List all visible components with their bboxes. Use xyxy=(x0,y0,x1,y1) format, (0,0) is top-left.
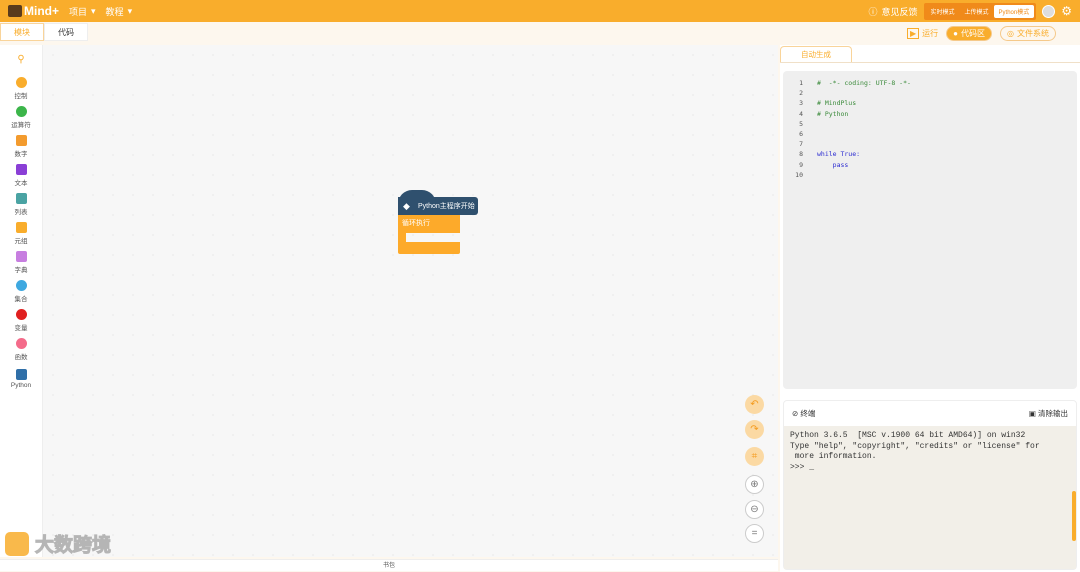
terminal-output[interactable]: Python 3.6.5 [MSC v.1900 64 bit AMD64)] … xyxy=(784,426,1076,569)
category-10[interactable]: Python xyxy=(0,364,42,393)
category-label: 变量 xyxy=(14,325,28,332)
category-label: 文本 xyxy=(14,180,28,187)
target-icon: ◎ xyxy=(1007,29,1014,38)
menu-tutorial[interactable]: 教程 ▾ xyxy=(106,5,133,18)
category-label: 运算符 xyxy=(11,122,31,129)
play-icon: ▶ xyxy=(907,28,920,39)
mode-python[interactable]: Python模式 xyxy=(993,4,1035,18)
code-line: 7 xyxy=(799,140,803,149)
code-line: 5 xyxy=(799,119,803,128)
category-8[interactable]: 变量 xyxy=(0,306,42,335)
category-icon xyxy=(15,106,27,117)
category-label: 函数 xyxy=(14,354,28,361)
file-system-button[interactable]: ◎ 文件系统 xyxy=(1000,26,1056,41)
tab-auto-generate[interactable]: 自动生成 xyxy=(780,46,852,62)
code-line: 1 # -*- coding: UTF-8 -*- xyxy=(799,79,911,88)
tab-blocks[interactable]: 模块 xyxy=(0,23,44,41)
zoom-in-icon[interactable]: ⊕ xyxy=(745,475,764,494)
category-label: 列表 xyxy=(14,209,28,216)
redo-icon[interactable]: ↷ xyxy=(745,420,764,439)
category-7[interactable]: 集合 xyxy=(0,277,42,306)
python-logo-icon: ◆ xyxy=(403,200,410,211)
code-line: 4 # Python xyxy=(799,109,849,118)
mode-switch: 实时模式 上传模式 Python模式 xyxy=(923,2,1037,20)
menu-project[interactable]: 项目 ▾ xyxy=(69,5,96,18)
category-icon xyxy=(15,280,27,291)
tab-code[interactable]: 代码 xyxy=(44,23,88,41)
code-line: 2 xyxy=(799,89,803,98)
category-icon xyxy=(15,193,27,204)
category-icon xyxy=(15,164,27,175)
code-panel: 自动生成 1 # -*- coding: UTF-8 -*- 2 3 # MindPlu… xyxy=(780,45,1080,572)
undo-icon[interactable]: ↶ xyxy=(745,395,764,414)
check-icon: ● xyxy=(953,29,959,38)
mode-upload[interactable]: 上传模式 xyxy=(960,5,994,18)
category-label: 数字 xyxy=(14,151,28,158)
avatar[interactable] xyxy=(1042,4,1056,18)
category-3[interactable]: 文本 xyxy=(0,161,42,190)
code-line: 10 xyxy=(795,170,803,179)
category-label: 集合 xyxy=(14,296,28,303)
feedback-button[interactable]: ⓘ 意见反馈 xyxy=(868,5,917,18)
category-icon xyxy=(15,368,27,380)
category-icon xyxy=(15,135,27,146)
category-5[interactable]: 元组 xyxy=(0,219,42,248)
terminal[interactable]: ⊘ 终端 ▣ 清除输出 Python 3.6.5 [MSC v.1900 64 … xyxy=(783,400,1077,570)
category-icon xyxy=(15,309,27,320)
category-1[interactable]: 运算符 xyxy=(0,103,42,132)
category-icon xyxy=(15,222,27,233)
block-workspace[interactable]: ◆ Python主程序开始 循环执行 ↶ ↷ ⌗ ⊕ ⊖ = xyxy=(43,45,778,557)
python-main-start-block[interactable]: ◆ Python主程序开始 xyxy=(398,190,478,215)
help-icon: ⓘ xyxy=(868,6,878,17)
category-0[interactable]: 控制 xyxy=(0,74,42,103)
broom-icon: ▣ xyxy=(1028,408,1036,418)
category-4[interactable]: 列表 xyxy=(0,190,42,219)
category-6[interactable]: 字典 xyxy=(0,248,42,277)
category-label: Python xyxy=(10,381,32,389)
code-area-button[interactable]: ● 代码区 xyxy=(946,26,993,41)
category-9[interactable]: 函数 xyxy=(0,335,42,364)
code-line: 8 while True: xyxy=(799,150,861,159)
code-line: 6 xyxy=(799,130,803,139)
mode-realtime[interactable]: 实时模式 xyxy=(926,5,960,18)
code-line: 9 pass xyxy=(799,160,849,169)
reset-zoom-icon[interactable]: = xyxy=(745,524,764,543)
clear-output-button[interactable]: ▣ 清除输出 xyxy=(1029,408,1068,419)
search-icon[interactable]: ⚲ xyxy=(0,45,42,74)
run-button[interactable]: ▶ 运行 xyxy=(907,28,938,39)
zoom-out-icon[interactable]: ⊖ xyxy=(745,500,764,519)
top-bar: Mind+ 项目 ▾ 教程 ▾ ⓘ 意见反馈 实时模式 上传模式 Python模式 ⚙ xyxy=(0,0,1080,22)
category-2[interactable]: 数字 xyxy=(0,132,42,161)
crop-icon[interactable]: ⌗ xyxy=(745,447,764,466)
code-editor[interactable]: 1 # -*- coding: UTF-8 -*- 2 3 # MindPlus 4 # P… xyxy=(783,71,1077,389)
link-icon: ⊘ xyxy=(792,408,799,418)
watermark-logo: 大数跨境 xyxy=(5,530,112,557)
category-label: 字典 xyxy=(14,267,28,274)
terminal-scrollbar[interactable] xyxy=(1072,491,1076,541)
category-label: 控制 xyxy=(14,93,28,100)
terminal-title: ⊘ 终端 xyxy=(792,408,816,418)
gear-icon[interactable]: ⚙ xyxy=(1061,4,1072,18)
category-icon xyxy=(15,251,27,262)
mindplus-logo: Mind+ xyxy=(8,4,59,18)
category-label: 元组 xyxy=(14,238,28,245)
backpack-bar[interactable]: 书包 xyxy=(0,559,778,571)
code-line: 3 # MindPlus xyxy=(799,99,857,108)
category-icon xyxy=(15,77,27,88)
category-icon xyxy=(15,338,27,349)
forever-loop-block[interactable]: 循环执行 xyxy=(398,215,460,233)
block-category-sidebar: ⚲ 控制运算符数字文本列表元组字典集合变量函数 Python xyxy=(0,45,43,557)
